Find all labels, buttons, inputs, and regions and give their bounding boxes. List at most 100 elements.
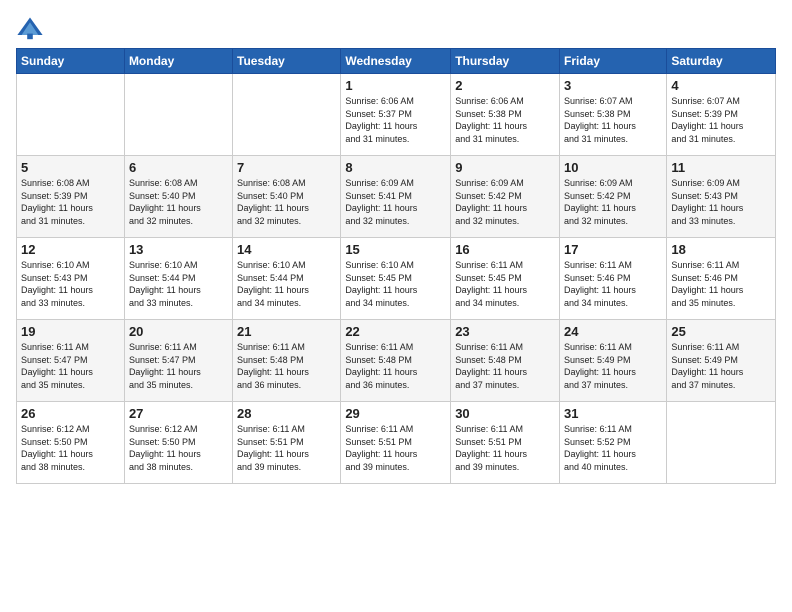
day-number: 9 bbox=[455, 160, 555, 175]
calendar-cell: 22Sunrise: 6:11 AM Sunset: 5:48 PM Dayli… bbox=[341, 320, 451, 402]
day-info: Sunrise: 6:08 AM Sunset: 5:40 PM Dayligh… bbox=[129, 177, 228, 227]
day-number: 27 bbox=[129, 406, 228, 421]
day-info: Sunrise: 6:11 AM Sunset: 5:51 PM Dayligh… bbox=[455, 423, 555, 473]
calendar-cell: 19 Sunrise: 6:11 AM Sunset: 5:47 PM Dayli… bbox=[17, 320, 125, 402]
day-info: Sunrise: 6:10 AM Sunset: 5:44 PM Dayligh… bbox=[129, 259, 228, 309]
day-number: 16 bbox=[455, 242, 555, 257]
day-number: 26 bbox=[21, 406, 120, 421]
weekday-header-monday: Monday bbox=[124, 49, 232, 74]
weekday-header-thursday: Thursday bbox=[451, 49, 560, 74]
calendar-cell: 1 Sunrise: 6:06 AM Sunset: 5:37 PM Daylig… bbox=[341, 74, 451, 156]
day-info: Sunrise: 6:08 AM Sunset: 5:40 PM Dayligh… bbox=[237, 177, 336, 227]
calendar-cell bbox=[124, 74, 232, 156]
page: SundayMondayTuesdayWednesdayThursdayFrid… bbox=[0, 0, 792, 612]
calendar-cell: 18 Sunrise: 6:11 AM Sunset: 5:46 PM Dayli… bbox=[667, 238, 776, 320]
day-number: 3 bbox=[564, 78, 662, 93]
day-number: 17 bbox=[564, 242, 662, 257]
day-number: 2 bbox=[455, 78, 555, 93]
day-number: 15 bbox=[345, 242, 446, 257]
day-info: Sunrise: 6:10 AM Sunset: 5:43 PM Dayligh… bbox=[21, 259, 120, 309]
day-info: Sunrise: 6:09 AM Sunset: 5:43 PM Dayligh… bbox=[671, 177, 771, 227]
calendar-week-1: 1 Sunrise: 6:06 AM Sunset: 5:37 PM Daylig… bbox=[17, 74, 776, 156]
day-info: Sunrise: 6:10 AM Sunset: 5:44 PM Dayligh… bbox=[237, 259, 336, 309]
day-info: Sunrise: 6:11 AM Sunset: 5:48 PM Dayligh… bbox=[345, 341, 446, 391]
weekday-header-saturday: Saturday bbox=[667, 49, 776, 74]
day-number: 10 bbox=[564, 160, 662, 175]
calendar-cell: 14 Sunrise: 6:10 AM Sunset: 5:44 PM Dayli… bbox=[233, 238, 341, 320]
day-info: Sunrise: 6:07 AM Sunset: 5:38 PM Dayligh… bbox=[564, 95, 662, 145]
calendar-cell: 12 Sunrise: 6:10 AM Sunset: 5:43 PM Dayli… bbox=[17, 238, 125, 320]
day-number: 13 bbox=[129, 242, 228, 257]
day-info: Sunrise: 6:11 AM Sunset: 5:49 PM Dayligh… bbox=[564, 341, 662, 391]
day-number: 8 bbox=[345, 160, 446, 175]
calendar-cell: 16 Sunrise: 6:11 AM Sunset: 5:45 PM Dayli… bbox=[451, 238, 560, 320]
day-number: 29 bbox=[345, 406, 446, 421]
calendar-cell: 23 Sunrise: 6:11 AM Sunset: 5:48 PM Dayli… bbox=[451, 320, 560, 402]
day-info: Sunrise: 6:11 AM Sunset: 5:48 PM Dayligh… bbox=[455, 341, 555, 391]
day-info: Sunrise: 6:07 AM Sunset: 5:39 PM Dayligh… bbox=[671, 95, 771, 145]
weekday-header-tuesday: Tuesday bbox=[233, 49, 341, 74]
calendar-cell: 7 Sunrise: 6:08 AM Sunset: 5:40 PM Daylig… bbox=[233, 156, 341, 238]
calendar-week-4: 19 Sunrise: 6:11 AM Sunset: 5:47 PM Dayli… bbox=[17, 320, 776, 402]
day-info: Sunrise: 6:10 AM Sunset: 5:45 PM Dayligh… bbox=[345, 259, 446, 309]
day-number: 25 bbox=[671, 324, 771, 339]
day-info: Sunrise: 6:06 AM Sunset: 5:37 PM Dayligh… bbox=[345, 95, 446, 145]
calendar-cell bbox=[667, 402, 776, 484]
calendar-cell: 30 Sunrise: 6:11 AM Sunset: 5:51 PM Dayli… bbox=[451, 402, 560, 484]
day-info: Sunrise: 6:11 AM Sunset: 5:47 PM Dayligh… bbox=[129, 341, 228, 391]
day-info: Sunrise: 6:11 AM Sunset: 5:49 PM Dayligh… bbox=[671, 341, 771, 391]
day-info: Sunrise: 6:06 AM Sunset: 5:38 PM Dayligh… bbox=[455, 95, 555, 145]
calendar-cell: 24 Sunrise: 6:11 AM Sunset: 5:49 PM Dayli… bbox=[560, 320, 667, 402]
calendar-cell: 11 Sunrise: 6:09 AM Sunset: 5:43 PM Dayli… bbox=[667, 156, 776, 238]
day-number: 7 bbox=[237, 160, 336, 175]
calendar-cell: 3 Sunrise: 6:07 AM Sunset: 5:38 PM Daylig… bbox=[560, 74, 667, 156]
day-number: 20 bbox=[129, 324, 228, 339]
day-number: 30 bbox=[455, 406, 555, 421]
day-info: Sunrise: 6:11 AM Sunset: 5:48 PM Dayligh… bbox=[237, 341, 336, 391]
day-number: 5 bbox=[21, 160, 120, 175]
day-number: 12 bbox=[21, 242, 120, 257]
calendar-week-3: 12 Sunrise: 6:10 AM Sunset: 5:43 PM Dayli… bbox=[17, 238, 776, 320]
calendar-week-5: 26 Sunrise: 6:12 AM Sunset: 5:50 PM Dayli… bbox=[17, 402, 776, 484]
weekday-header-sunday: Sunday bbox=[17, 49, 125, 74]
day-number: 14 bbox=[237, 242, 336, 257]
calendar-cell: 21Sunrise: 6:11 AM Sunset: 5:48 PM Dayli… bbox=[233, 320, 341, 402]
day-info: Sunrise: 6:11 AM Sunset: 5:46 PM Dayligh… bbox=[564, 259, 662, 309]
day-number: 1 bbox=[345, 78, 446, 93]
day-number: 11 bbox=[671, 160, 771, 175]
header bbox=[16, 10, 776, 42]
calendar-cell: 10 Sunrise: 6:09 AM Sunset: 5:42 PM Dayli… bbox=[560, 156, 667, 238]
day-info: Sunrise: 6:12 AM Sunset: 5:50 PM Dayligh… bbox=[21, 423, 120, 473]
day-info: Sunrise: 6:08 AM Sunset: 5:39 PM Dayligh… bbox=[21, 177, 120, 227]
day-info: Sunrise: 6:09 AM Sunset: 5:42 PM Dayligh… bbox=[455, 177, 555, 227]
day-number: 4 bbox=[671, 78, 771, 93]
day-info: Sunrise: 6:11 AM Sunset: 5:45 PM Dayligh… bbox=[455, 259, 555, 309]
calendar-cell bbox=[17, 74, 125, 156]
day-info: Sunrise: 6:09 AM Sunset: 5:41 PM Dayligh… bbox=[345, 177, 446, 227]
weekday-header-friday: Friday bbox=[560, 49, 667, 74]
day-number: 6 bbox=[129, 160, 228, 175]
day-info: Sunrise: 6:11 AM Sunset: 5:46 PM Dayligh… bbox=[671, 259, 771, 309]
calendar-cell: 4 Sunrise: 6:07 AM Sunset: 5:39 PM Daylig… bbox=[667, 74, 776, 156]
day-number: 23 bbox=[455, 324, 555, 339]
day-number: 19 bbox=[21, 324, 120, 339]
calendar-cell: 2 Sunrise: 6:06 AM Sunset: 5:38 PM Daylig… bbox=[451, 74, 560, 156]
day-info: Sunrise: 6:12 AM Sunset: 5:50 PM Dayligh… bbox=[129, 423, 228, 473]
calendar-cell bbox=[233, 74, 341, 156]
day-info: Sunrise: 6:11 AM Sunset: 5:51 PM Dayligh… bbox=[345, 423, 446, 473]
logo bbox=[16, 14, 47, 42]
calendar-cell: 20 Sunrise: 6:11 AM Sunset: 5:47 PM Dayli… bbox=[124, 320, 232, 402]
day-number: 24 bbox=[564, 324, 662, 339]
calendar-cell: 6 Sunrise: 6:08 AM Sunset: 5:40 PM Daylig… bbox=[124, 156, 232, 238]
calendar-cell: 17 Sunrise: 6:11 AM Sunset: 5:46 PM Dayli… bbox=[560, 238, 667, 320]
weekday-header-wednesday: Wednesday bbox=[341, 49, 451, 74]
day-number: 31 bbox=[564, 406, 662, 421]
day-number: 28 bbox=[237, 406, 336, 421]
calendar-cell: 25 Sunrise: 6:11 AM Sunset: 5:49 PM Dayli… bbox=[667, 320, 776, 402]
day-info: Sunrise: 6:09 AM Sunset: 5:42 PM Dayligh… bbox=[564, 177, 662, 227]
calendar-week-2: 5 Sunrise: 6:08 AM Sunset: 5:39 PM Daylig… bbox=[17, 156, 776, 238]
day-number: 18 bbox=[671, 242, 771, 257]
calendar-cell: 29 Sunrise: 6:11 AM Sunset: 5:51 PM Dayli… bbox=[341, 402, 451, 484]
day-info: Sunrise: 6:11 AM Sunset: 5:47 PM Dayligh… bbox=[21, 341, 120, 391]
calendar-table: SundayMondayTuesdayWednesdayThursdayFrid… bbox=[16, 48, 776, 484]
